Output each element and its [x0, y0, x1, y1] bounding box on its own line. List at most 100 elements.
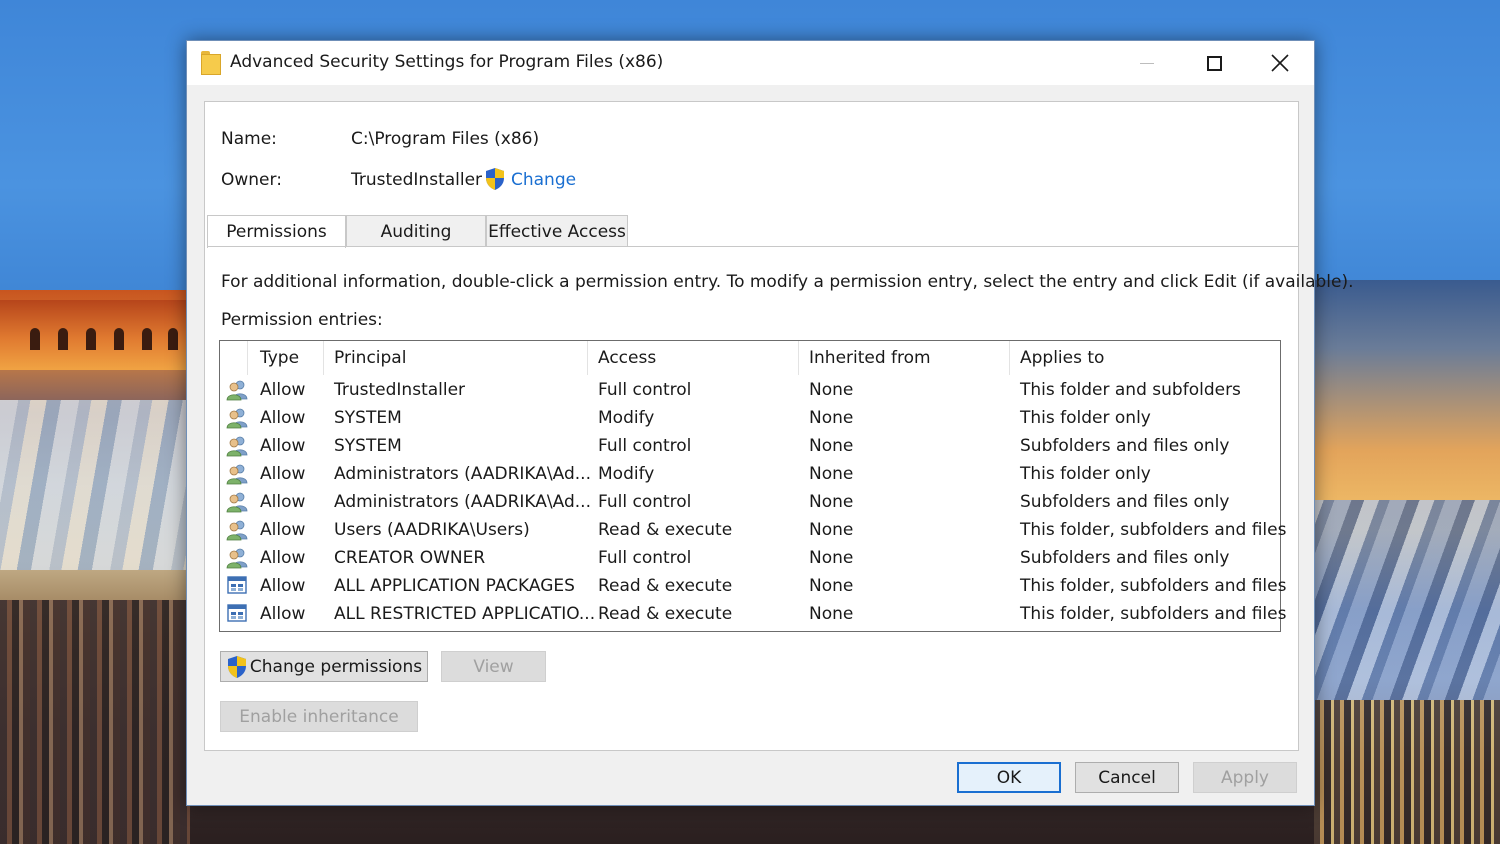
wallpaper-building: [0, 300, 190, 370]
entries-label: Permission entries:: [221, 310, 383, 330]
column-header-type[interactable]: Type: [260, 341, 299, 375]
advanced-security-dialog: Advanced Security Settings for Program F…: [186, 40, 1354, 806]
wallpaper-tents-left: [0, 400, 190, 570]
tab-auditing[interactable]: Auditing: [346, 215, 486, 247]
permission-entry-row[interactable]: Allow Users (AADRIKA\Users) Read & execute…: [220, 516, 1286, 544]
row-principal: Administrators (AADRIKA\Ad...: [334, 492, 591, 512]
row-inherited-from: None: [809, 576, 854, 596]
row-access: Full control: [598, 380, 692, 400]
folder-icon: [201, 51, 221, 75]
row-access: Modify: [598, 408, 655, 428]
row-type: Allow: [260, 408, 306, 428]
tab-divider: [207, 246, 1298, 247]
row-principal: ALL RESTRICTED APPLICATIO...: [334, 604, 596, 624]
row-applies-to: This folder, subfolders and files: [1020, 604, 1287, 624]
row-type: Allow: [260, 380, 306, 400]
row-principal: TrustedInstaller: [334, 380, 466, 400]
row-inherited-from: None: [809, 408, 854, 428]
row-applies-to: This folder only: [1020, 408, 1151, 428]
row-inherited-from: None: [809, 548, 854, 568]
row-type: Allow: [260, 604, 306, 624]
users-icon: [226, 463, 248, 485]
column-separator: [1009, 341, 1010, 375]
permission-entry-row[interactable]: Allow CREATOR OWNER Full control None Subfol…: [220, 544, 1280, 572]
wallpaper-crowd-left: [0, 600, 190, 844]
owner-label: Owner:: [221, 170, 282, 190]
users-icon: [226, 519, 248, 541]
permission-entry-row[interactable]: Allow ALL RESTRICTED APPLICATIO... Read & …: [220, 600, 1286, 628]
row-access: Full control: [598, 436, 692, 456]
tab-permissions[interactable]: Permissions: [207, 215, 346, 248]
row-access: Modify: [598, 464, 655, 484]
row-principal: Users (AADRIKA\Users): [334, 520, 530, 540]
row-applies-to: This folder only: [1020, 464, 1151, 484]
permission-entry-row[interactable]: Allow TrustedInstaller Full control None Thi…: [220, 376, 1280, 404]
maximize-button[interactable]: [1181, 41, 1247, 85]
column-header-inherited-from[interactable]: Inherited from: [809, 341, 931, 375]
row-applies-to: This folder and subfolders: [1020, 380, 1241, 400]
uac-shield-icon: [227, 655, 246, 678]
row-principal: SYSTEM: [334, 408, 402, 428]
permission-entry-row[interactable]: Allow Administrators (AADRIKA\Ad... Modify…: [220, 460, 1280, 488]
close-button[interactable]: [1247, 41, 1313, 85]
row-type: Allow: [260, 548, 306, 568]
row-type: Allow: [260, 464, 306, 484]
row-access: Read & execute: [598, 576, 733, 596]
permission-entries-list[interactable]: Type Principal Access Inherited from App…: [219, 340, 1286, 632]
row-applies-to: Subfolders and files only: [1020, 436, 1230, 456]
uac-shield-icon: [484, 167, 506, 191]
view-button[interactable]: View: [441, 651, 546, 682]
row-inherited-from: None: [809, 436, 854, 456]
maximize-icon: [1206, 55, 1222, 71]
column-header-principal[interactable]: Principal: [334, 341, 406, 375]
row-applies-to: Subfolders and files only: [1020, 548, 1230, 568]
row-type: Allow: [260, 520, 306, 540]
column-header-applies-to[interactable]: Applies to: [1020, 341, 1104, 375]
permission-entry-row[interactable]: Allow SYSTEM Full control None Subfolders an…: [220, 432, 1280, 460]
permission-entry-row[interactable]: Allow Administrators (AADRIKA\Ad... Full c…: [220, 488, 1280, 516]
enable-inheritance-button[interactable]: Enable inheritance: [220, 701, 418, 732]
app-package-icon: [226, 603, 248, 625]
row-type: Allow: [260, 492, 306, 512]
row-principal: CREATOR OWNER: [334, 548, 486, 568]
title-bar[interactable]: Advanced Security Settings for Program F…: [187, 41, 1314, 85]
column-header-access[interactable]: Access: [598, 341, 656, 375]
row-type: Allow: [260, 436, 306, 456]
apply-button[interactable]: Apply: [1193, 762, 1297, 793]
change-permissions-label: Change permissions: [249, 656, 423, 677]
row-inherited-from: None: [809, 380, 854, 400]
permission-entry-row[interactable]: Allow SYSTEM Modify None This folder only: [220, 404, 1280, 432]
users-icon: [226, 407, 248, 429]
row-inherited-from: None: [809, 464, 854, 484]
row-inherited-from: None: [809, 520, 854, 540]
row-inherited-from: None: [809, 604, 854, 624]
minimize-button[interactable]: [1114, 41, 1180, 85]
column-separator: [247, 341, 248, 375]
instructions-text: For additional information, double-click…: [221, 272, 1354, 292]
ok-button[interactable]: OK: [957, 762, 1061, 793]
row-access: Read & execute: [598, 520, 733, 540]
tab-effective-access[interactable]: Effective Access: [486, 215, 628, 247]
close-icon: [1271, 54, 1289, 72]
cancel-button[interactable]: Cancel: [1075, 762, 1179, 793]
row-access: Read & execute: [598, 604, 733, 624]
app-package-icon: [226, 575, 248, 597]
change-owner-link[interactable]: Change: [511, 170, 576, 190]
row-applies-to: This folder, subfolders and files: [1020, 520, 1287, 540]
column-separator: [587, 341, 588, 375]
row-inherited-from: None: [809, 492, 854, 512]
users-icon: [226, 435, 248, 457]
row-access: Full control: [598, 492, 692, 512]
wallpaper-tents-right: [1314, 500, 1500, 700]
row-type: Allow: [260, 576, 306, 596]
column-separator: [323, 341, 324, 375]
permission-entry-row[interactable]: Allow ALL APPLICATION PACKAGES Read & exec…: [220, 572, 1286, 600]
name-value: C:\Program Files (x86): [351, 129, 540, 149]
row-principal: ALL APPLICATION PACKAGES: [334, 576, 575, 596]
change-permissions-button[interactable]: Change permissions: [220, 651, 428, 682]
security-panel: Name: C:\Program Files (x86) Owner: Trus…: [204, 101, 1354, 751]
row-access: Full control: [598, 548, 692, 568]
name-label: Name:: [221, 129, 277, 149]
users-icon: [226, 491, 248, 513]
users-icon: [226, 379, 248, 401]
